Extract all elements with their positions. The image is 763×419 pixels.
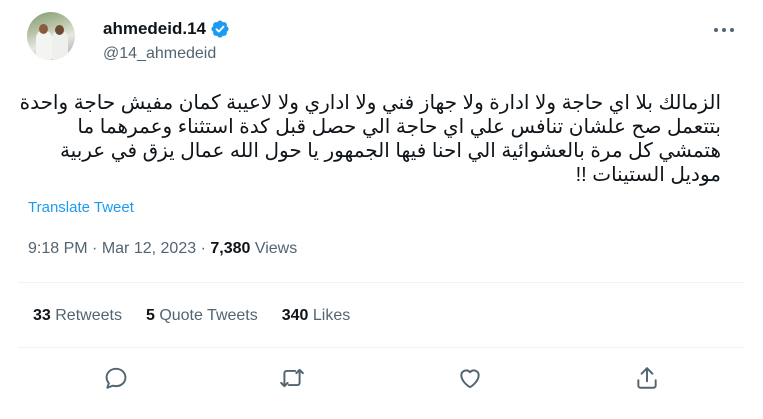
likes-count: 340 [281,307,309,324]
retweet-button[interactable] [279,365,305,391]
divider [18,347,745,348]
like-button[interactable] [457,365,483,391]
author-handle[interactable]: @14_ahmedeid [103,45,216,63]
avatar-figure [36,30,52,60]
quote-tweets-count: 5 [145,307,155,324]
likes-stat[interactable]: 340 Likes [282,307,351,325]
avatar-figure-head [55,25,64,35]
quote-tweets-label: Quote Tweets [159,307,258,324]
retweets-stat[interactable]: 33 Retweets [33,307,122,325]
tweet-card: ahmedeid.14 @14_ahmedeid الزمالك بلا اي … [0,0,763,419]
meta-separator: · [92,240,98,257]
retweets-count: 33 [33,307,51,324]
tweet-text-line: موديل الستينات !! [575,164,721,186]
likes-label: Likes [312,307,351,324]
verified-badge-icon [211,20,229,38]
retweet-icon [280,368,304,388]
divider [18,282,745,283]
tweet-date[interactable]: Mar 12, 2023 [102,240,196,257]
avatar-figure-head [39,24,48,34]
tweet-text-line: هتمشي كل مرة بالعشوائية الي احنا فيها ال… [59,140,721,162]
tweet-time[interactable]: 9:18 PM [28,240,88,257]
author-display-name-text[interactable]: ahmedeid.14 [103,19,206,39]
quote-tweets-stat[interactable]: 5 Quote Tweets [146,307,258,325]
meta-separator: · [200,240,206,257]
more-dots-icon[interactable] [712,24,736,36]
retweets-label: Retweets [55,307,122,324]
tweet-stats: 33 Retweets 5 Quote Tweets 340 Likes [33,307,374,325]
tweet-meta: 9:18 PM · Mar 12, 2023 · 7,380 Views [28,240,297,258]
share-icon [637,367,657,389]
reply-icon [105,367,127,389]
tweet-text-line: بتتعمل صح علشان تنافس علي اي حاجة الي حص… [77,116,721,138]
heart-icon [460,369,480,389]
translate-tweet-link[interactable]: Translate Tweet [28,199,134,216]
avatar[interactable] [27,12,75,60]
reply-button[interactable] [103,365,129,391]
author-display-name[interactable]: ahmedeid.14 [103,19,230,39]
tweet-text-line: الزمالك بلا اي حاجة ولا ادارة ولا جهاز ف… [19,92,721,114]
share-button[interactable] [634,365,660,391]
views-count: 7,380 [210,240,251,257]
views-label: Views [254,240,298,257]
tweet-text: الزمالك بلا اي حاجة ولا ادارة ولا جهاز ف… [19,91,721,187]
